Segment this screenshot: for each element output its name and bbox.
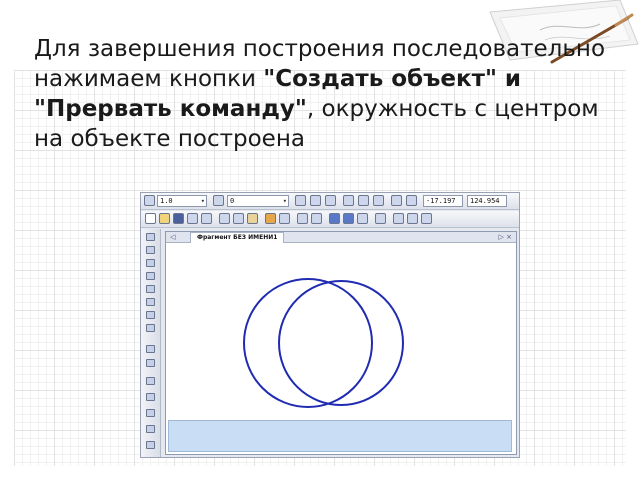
layers-icon[interactable] [329, 213, 340, 224]
open-folder-icon[interactable] [159, 213, 170, 224]
compact-toolbar [141, 229, 161, 457]
spec-icon[interactable] [146, 324, 155, 332]
local-cs-icon[interactable] [406, 195, 417, 206]
geometry-icon[interactable] [146, 233, 155, 241]
ortho-icon[interactable] [295, 195, 306, 206]
property-panel [168, 420, 512, 452]
properties-icon[interactable] [279, 213, 290, 224]
document-tab-bar: ◁ Фрагмент БЕЗ ИМЕНИ1 ▷ × [166, 232, 516, 243]
print-icon[interactable] [187, 213, 198, 224]
cad-app-screenshot: 1.0 0 -17.197 124.954 [140, 192, 520, 458]
cut-icon[interactable] [219, 213, 230, 224]
slide-body-text: Для завершения построения последовательн… [34, 34, 614, 154]
corner-icon[interactable] [373, 195, 384, 206]
lines-icon[interactable] [343, 195, 354, 206]
line-icon[interactable] [146, 359, 155, 367]
toolbar-current-state: 1.0 0 -17.197 124.954 [141, 193, 519, 210]
cursor-icon[interactable] [213, 195, 224, 206]
save-icon[interactable] [173, 213, 184, 224]
drawing-canvas[interactable] [166, 243, 516, 417]
help-cursor-icon[interactable] [375, 213, 386, 224]
new-document-icon[interactable] [145, 213, 156, 224]
copy-icon[interactable] [233, 213, 244, 224]
auxiliary-line-icon[interactable] [146, 377, 155, 385]
undo-icon[interactable] [297, 213, 308, 224]
zoom-fit-icon[interactable] [421, 213, 432, 224]
redo-icon[interactable] [311, 213, 322, 224]
dimensions-icon[interactable] [146, 246, 155, 254]
polyline-icon[interactable] [146, 441, 155, 449]
fill-icon[interactable] [343, 213, 354, 224]
magnet-icon[interactable] [325, 195, 336, 206]
measure-icon[interactable] [146, 298, 155, 306]
layer-combo[interactable]: 0 [227, 195, 289, 207]
edit-icon[interactable] [146, 272, 155, 280]
point-icon[interactable] [146, 345, 155, 353]
paste-icon[interactable] [247, 213, 258, 224]
circle-2[interactable] [278, 280, 404, 406]
zoom-icon[interactable] [393, 213, 404, 224]
symbols-icon[interactable] [146, 259, 155, 267]
scale-combo[interactable]: 1.0 [157, 195, 207, 207]
tab-fragment[interactable]: Фрагмент БЕЗ ИМЕНИ1 [190, 232, 285, 243]
toolbar-standard [141, 211, 519, 228]
arrow-snap-icon[interactable] [391, 195, 402, 206]
preview-icon[interactable] [201, 213, 212, 224]
parametric-icon[interactable] [146, 285, 155, 293]
select-icon[interactable] [146, 311, 155, 319]
brush-icon[interactable] [265, 213, 276, 224]
coord-y-field[interactable]: 124.954 [467, 195, 507, 207]
arc-icon[interactable] [146, 409, 155, 417]
tab-scroll-left-icon[interactable]: ◁ [170, 232, 175, 242]
circle-icon[interactable] [146, 393, 155, 401]
circle-1[interactable] [243, 278, 373, 408]
coord-x-field[interactable]: -17.197 [423, 195, 463, 207]
snap-icon[interactable] [310, 195, 321, 206]
axes-icon[interactable] [358, 195, 369, 206]
grid-icon[interactable] [144, 195, 155, 206]
document-window: ◁ Фрагмент БЕЗ ИМЕНИ1 ▷ × [165, 231, 517, 455]
ellipse-icon[interactable] [146, 425, 155, 433]
zoom-window-icon[interactable] [407, 213, 418, 224]
variables-icon[interactable] [357, 213, 368, 224]
tab-controls[interactable]: ▷ × [499, 232, 512, 242]
